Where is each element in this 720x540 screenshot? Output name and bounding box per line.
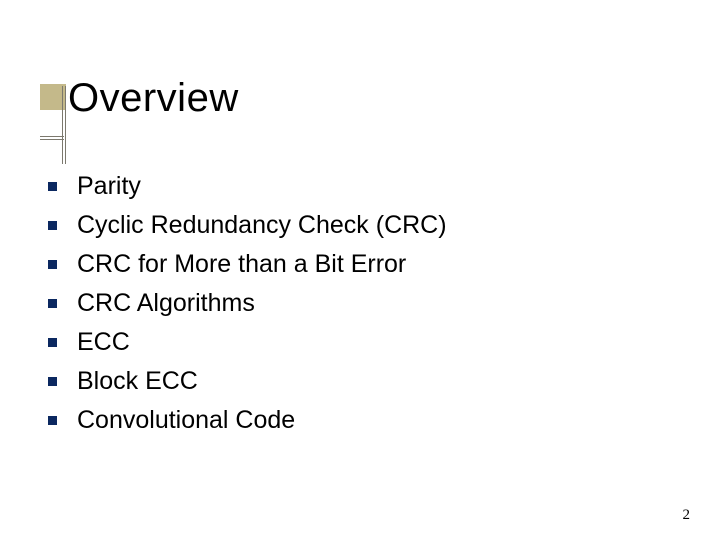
list-item-text: Convolutional Code [77, 406, 295, 435]
bullet-icon [48, 260, 57, 269]
bullet-icon [48, 416, 57, 425]
list-item: ECC [48, 328, 447, 357]
list-item-text: Parity [77, 172, 141, 201]
bullet-icon [48, 377, 57, 386]
list-item: Block ECC [48, 367, 447, 396]
list-item-text: Cyclic Redundancy Check (CRC) [77, 211, 447, 240]
list-item: Cyclic Redundancy Check (CRC) [48, 211, 447, 240]
list-item-text: Block ECC [77, 367, 198, 396]
bullet-list: Parity Cyclic Redundancy Check (CRC) CRC… [48, 172, 447, 445]
list-item-text: ECC [77, 328, 130, 357]
bullet-icon [48, 182, 57, 191]
list-item: CRC Algorithms [48, 289, 447, 318]
list-item: CRC for More than a Bit Error [48, 250, 447, 279]
title-underline [40, 136, 64, 140]
page-number: 2 [683, 507, 691, 524]
list-item: Convolutional Code [48, 406, 447, 435]
list-item: Parity [48, 172, 447, 201]
list-item-text: CRC Algorithms [77, 289, 255, 318]
bullet-icon [48, 299, 57, 308]
list-item-text: CRC for More than a Bit Error [77, 250, 406, 279]
bullet-icon [48, 221, 57, 230]
bullet-icon [48, 338, 57, 347]
slide-title: Overview [68, 76, 239, 121]
slide-title-block: Overview [40, 76, 239, 121]
title-vertical-line [62, 86, 66, 164]
